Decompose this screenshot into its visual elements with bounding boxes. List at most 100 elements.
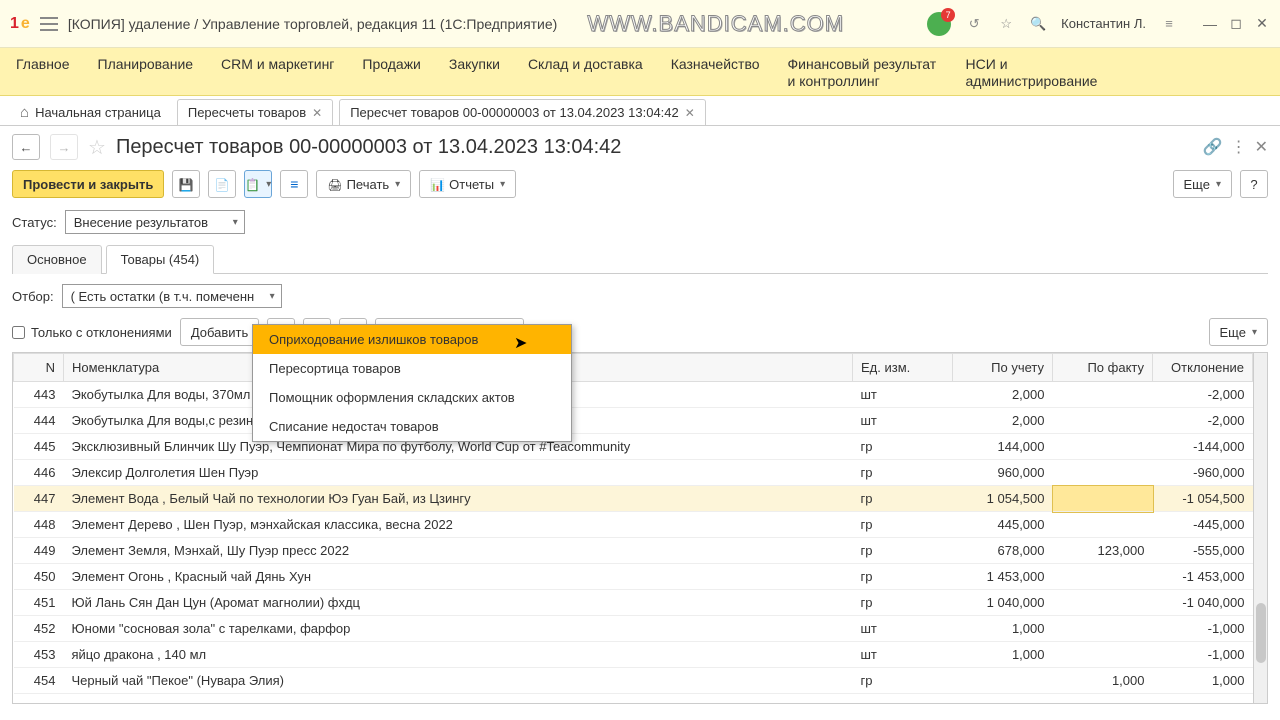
cell-fact[interactable] <box>1053 434 1153 460</box>
menu-warehouse[interactable]: Склад и доставка <box>528 56 643 73</box>
print-button[interactable]: Печать <box>316 170 411 198</box>
tab-recounts[interactable]: Пересчеты товаров ✕ <box>177 99 333 125</box>
cell-ed: гр <box>853 668 953 694</box>
reports-button[interactable]: Отчеты <box>419 170 516 198</box>
table-row[interactable]: 451Юй Лань Сян Дан Цун (Аромат магнолии)… <box>14 590 1253 616</box>
filter-select[interactable]: ( Есть остатки (в т.ч. помеченн <box>62 284 282 308</box>
cell-fact[interactable] <box>1053 460 1153 486</box>
tab-goods[interactable]: Товары (454) <box>106 245 215 274</box>
close-page-icon[interactable]: ✕ <box>1255 137 1268 157</box>
tab-label: Пересчеты товаров <box>188 105 306 120</box>
table-row[interactable]: 446Элексир Долголетия Шен Пуэргр960,000-… <box>14 460 1253 486</box>
more-button[interactable]: Еще <box>1173 170 1232 198</box>
vertical-scrollbar[interactable] <box>1253 353 1267 703</box>
dd-item-regrade[interactable]: Пересортица товаров <box>253 354 571 383</box>
menu-admin[interactable]: НСИ и администрирование <box>966 56 1116 90</box>
menu-crm[interactable]: CRM и маркетинг <box>221 56 334 73</box>
tab-recount-doc[interactable]: Пересчет товаров 00-00000003 от 13.04.20… <box>339 99 706 125</box>
only-deviations-input[interactable] <box>12 326 25 339</box>
cell-fact[interactable]: 1,000 <box>1053 668 1153 694</box>
favorite-icon[interactable]: ☆ <box>88 135 106 160</box>
table-row[interactable]: 453яйцо дракона , 140 млшт1,000-1,000 <box>14 642 1253 668</box>
cell-nom: Юй Лань Сян Дан Цун (Аромат магнолии) фх… <box>64 590 853 616</box>
table-row[interactable]: 448Элемент Дерево , Шен Пуэр, мэнхайская… <box>14 512 1253 538</box>
minimize-button[interactable]: — <box>1202 16 1218 32</box>
menu-sales[interactable]: Продажи <box>362 56 420 73</box>
post-and-close-button[interactable]: Провести и закрыть <box>12 170 164 198</box>
status-label: Статус: <box>12 215 57 230</box>
star-icon[interactable]: ☆ <box>997 15 1015 33</box>
close-button[interactable]: ✕ <box>1254 16 1270 32</box>
menu-icon[interactable] <box>40 17 58 31</box>
cell-fact[interactable] <box>1053 564 1153 590</box>
tab-home[interactable]: Начальная страница <box>10 100 171 125</box>
cell-nom: Юноми "сосновая зола" с тарелками, фарфо… <box>64 616 853 642</box>
table-row[interactable]: 444Экобутылка Для воды,с резиновым хляст… <box>14 408 1253 434</box>
cell-fact[interactable] <box>1053 616 1153 642</box>
status-value: Внесение результатов <box>74 215 208 230</box>
dd-item-writeoff[interactable]: Списание недостач товаров <box>253 412 571 441</box>
table-row[interactable]: 445Эксклюзивный Блинчик Шу Пуэр, Чемпион… <box>14 434 1253 460</box>
cell-n: 454 <box>14 668 64 694</box>
table-row[interactable]: 449Элемент Земля, Мэнхай, Шу Пуэр пресс … <box>14 538 1253 564</box>
status-select[interactable]: Внесение результатов <box>65 210 245 234</box>
cell-fact[interactable] <box>1053 486 1153 512</box>
search-icon[interactable]: 🔍 <box>1029 15 1047 33</box>
tab-label: Пересчет товаров 00-00000003 от 13.04.20… <box>350 105 679 120</box>
table-row[interactable]: 454Черный чай "Пекое" (Нувара Элия)гр1,0… <box>14 668 1253 694</box>
post-button[interactable] <box>208 170 236 198</box>
list-button[interactable] <box>280 170 308 198</box>
table-row[interactable]: 450Элемент Огонь , Красный чай Дянь Хунг… <box>14 564 1253 590</box>
cell-nom: Элемент Вода , Белый Чай по технологии Ю… <box>64 486 853 512</box>
cell-fact[interactable] <box>1053 408 1153 434</box>
table-row[interactable]: 443Экобутылка Для воды, 370млшт2,000-2,0… <box>14 382 1253 408</box>
save-button[interactable] <box>172 170 200 198</box>
col-uch[interactable]: По учету <box>953 354 1053 382</box>
cell-fact[interactable] <box>1053 590 1153 616</box>
cell-fact[interactable] <box>1053 642 1153 668</box>
settings-icon[interactable]: ≡ <box>1160 15 1178 33</box>
link-icon[interactable]: 🔗 <box>1203 137 1223 157</box>
dd-item-assistant[interactable]: Помощник оформления складских актов <box>253 383 571 412</box>
table-row[interactable]: 447Элемент Вода , Белый Чай по технологи… <box>14 486 1253 512</box>
add-button[interactable]: Добавить <box>180 318 259 346</box>
cell-fact[interactable] <box>1053 382 1153 408</box>
cell-ed: гр <box>853 460 953 486</box>
table-row[interactable]: 452Юноми "сосновая зола" с тарелками, фа… <box>14 616 1253 642</box>
document-icon <box>215 177 230 192</box>
only-deviations-checkbox[interactable]: Только с отклонениями <box>12 325 172 340</box>
dd-item-surplus[interactable]: Оприходование излишков товаров <box>253 325 571 354</box>
cell-uch: 1 453,000 <box>953 564 1053 590</box>
menu-planning[interactable]: Планирование <box>98 56 194 73</box>
avatar[interactable] <box>927 12 951 36</box>
cell-uch: 2,000 <box>953 408 1053 434</box>
col-n[interactable]: N <box>14 354 64 382</box>
window-title: [КОПИЯ] удаление / Управление торговлей,… <box>68 16 558 32</box>
cell-uch: 960,000 <box>953 460 1053 486</box>
col-fact[interactable]: По факту <box>1053 354 1153 382</box>
table-more-button[interactable]: Еще <box>1209 318 1268 346</box>
cell-nom: Элемент Дерево , Шен Пуэр, мэнхайская кл… <box>64 512 853 538</box>
cell-ed: шт <box>853 642 953 668</box>
cell-fact[interactable] <box>1053 512 1153 538</box>
back-button[interactable]: ← <box>12 134 40 160</box>
cell-nom: Элемент Земля, Мэнхай, Шу Пуэр пресс 202… <box>64 538 853 564</box>
menu-main[interactable]: Главное <box>16 56 70 73</box>
tab-main[interactable]: Основное <box>12 245 102 274</box>
menu-finresult[interactable]: Финансовый результат и контроллинг <box>788 56 938 90</box>
col-otk[interactable]: Отклонение <box>1153 354 1253 382</box>
col-ed[interactable]: Ед. изм. <box>853 354 953 382</box>
menu-purchases[interactable]: Закупки <box>449 56 500 73</box>
close-tab-icon[interactable]: ✕ <box>312 106 322 120</box>
forward-button[interactable]: → <box>50 134 78 160</box>
help-button[interactable]: ? <box>1240 170 1268 198</box>
scroll-thumb[interactable] <box>1256 603 1266 663</box>
menu-treasury[interactable]: Казначейство <box>671 56 760 73</box>
cell-fact[interactable]: 123,000 <box>1053 538 1153 564</box>
maximize-button[interactable]: ◻ <box>1228 16 1244 32</box>
create-based-on-button[interactable] <box>244 170 272 198</box>
close-tab-icon[interactable]: ✕ <box>685 106 695 120</box>
cell-uch: 1 054,500 <box>953 486 1053 512</box>
history-icon[interactable]: ↺ <box>965 15 983 33</box>
more-icon[interactable]: ⋮ <box>1231 137 1247 157</box>
